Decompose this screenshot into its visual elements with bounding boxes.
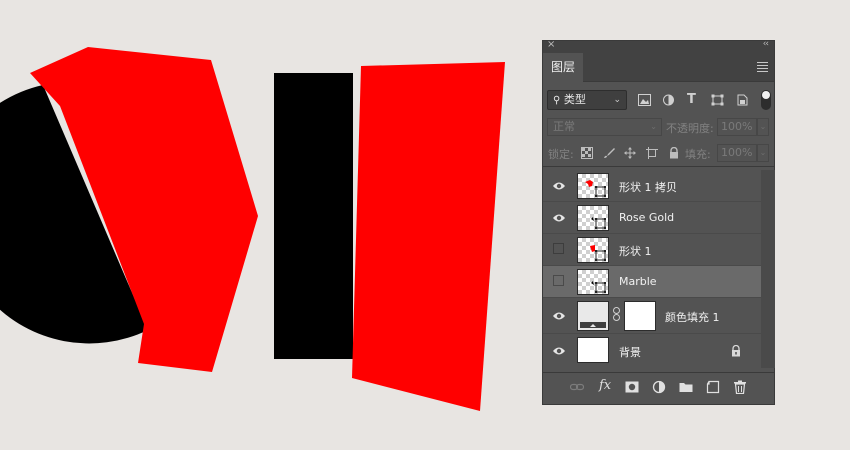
layer-row[interactable]: 形状 1 拷贝 xyxy=(543,170,761,202)
close-icon[interactable]: × xyxy=(547,39,555,50)
adjustment-filter-icon[interactable] xyxy=(662,94,675,106)
pixel-filter-icon[interactable] xyxy=(638,94,651,106)
blend-mode-select[interactable]: 正常 ⌄ xyxy=(547,118,662,136)
lock-icon xyxy=(732,345,740,357)
chevron-down-icon: ⌄ xyxy=(613,95,621,105)
layer-thumbnail xyxy=(577,237,609,263)
shape-filter-icon[interactable] xyxy=(711,94,724,106)
eye-icon[interactable] xyxy=(552,345,566,357)
shape-thumbnail-icon xyxy=(585,180,606,197)
eye-icon[interactable] xyxy=(552,310,566,322)
folder-icon[interactable] xyxy=(679,380,693,394)
shape-thumbnail-icon xyxy=(590,245,606,261)
layer-row[interactable]: Marble xyxy=(543,266,761,298)
panel-menu-icon[interactable] xyxy=(757,62,768,74)
layer-name: 形状 1 拷贝 xyxy=(619,181,677,194)
trash-icon[interactable] xyxy=(733,380,747,394)
link-icon[interactable] xyxy=(570,380,584,394)
layer-list: 形状 1 拷贝 Rose Gold 形状 1 Marble 颜色填充 1 背景 xyxy=(543,170,761,368)
lock-position-icon[interactable] xyxy=(624,147,636,159)
opacity-label: 不透明度: xyxy=(666,122,714,135)
eye-icon[interactable] xyxy=(552,212,566,224)
adjustment-thumbnail-icon xyxy=(580,322,606,328)
link-chain-icon[interactable] xyxy=(612,307,621,321)
tab-bar: 图层 xyxy=(543,53,774,82)
fill-layer-thumbnail xyxy=(577,301,609,331)
mask-icon[interactable] xyxy=(625,380,639,394)
opacity-dropdown-icon[interactable]: ⌄ xyxy=(757,118,769,136)
fill-dropdown-icon[interactable]: ⌄ xyxy=(757,144,769,162)
new-layer-icon[interactable] xyxy=(706,380,720,394)
background-thumbnail xyxy=(577,337,609,363)
layer-thumbnail xyxy=(577,205,609,231)
layer-row[interactable]: 颜色填充 1 xyxy=(543,298,761,334)
lock-artboard-icon[interactable] xyxy=(646,147,658,159)
fill-input[interactable]: 100% xyxy=(717,144,757,162)
fill-label: 填充: xyxy=(685,148,711,161)
eye-icon[interactable] xyxy=(552,180,566,192)
layer-name: 背景 xyxy=(619,346,641,359)
blend-mode-value: 正常 xyxy=(553,120,575,133)
fill-value: 100% xyxy=(721,146,753,159)
tab-layers[interactable]: 图层 xyxy=(543,53,583,82)
lock-row: 锁定: 填充: 100% ⌄ xyxy=(543,139,774,167)
fx-icon[interactable]: fx xyxy=(599,378,613,393)
lock-all-icon[interactable] xyxy=(668,147,680,159)
filter-toggle[interactable] xyxy=(761,90,771,110)
filter-kind-select[interactable]: ⚲ 类型 ⌄ xyxy=(547,90,627,110)
filter-kind-value: 类型 xyxy=(563,93,586,106)
smart-object-filter-icon[interactable] xyxy=(736,94,749,106)
layers-panel: × ‹‹ 图层 ⚲ 类型 ⌄ T 正常 ⌄ 不透明度: 100% ⌄ 锁定: 填… xyxy=(542,39,775,405)
shape-thumbnail-icon xyxy=(591,217,606,229)
collapse-icon[interactable]: ‹‹ xyxy=(763,39,769,49)
layer-row[interactable]: Rose Gold xyxy=(543,202,761,234)
opacity-input[interactable]: 100% xyxy=(717,118,757,136)
shape-thumbnail-icon xyxy=(591,281,606,293)
layer-mask-thumbnail[interactable] xyxy=(624,301,656,331)
layers-scrollbar[interactable] xyxy=(761,170,775,368)
layer-name: Marble xyxy=(619,275,657,288)
lock-label: 锁定: xyxy=(548,148,574,161)
chevron-down-icon: ⌄ xyxy=(650,122,657,131)
filter-row: ⚲ 类型 ⌄ T xyxy=(543,82,774,113)
adjustment-icon[interactable] xyxy=(652,380,666,394)
layers-bottom-toolbar: fx xyxy=(543,372,774,402)
black-rectangle-shape xyxy=(274,73,353,359)
lock-image-pixels-icon[interactable] xyxy=(603,147,615,159)
lock-transparent-pixels-icon[interactable] xyxy=(581,147,593,159)
search-icon: ⚲ xyxy=(553,95,561,106)
visibility-off-box[interactable] xyxy=(553,243,564,254)
layer-thumbnail xyxy=(577,269,609,295)
layer-name: Rose Gold xyxy=(619,211,675,224)
layer-name: 形状 1 xyxy=(619,245,652,258)
blend-row: 正常 ⌄ 不透明度: 100% ⌄ xyxy=(543,113,774,139)
panel-titlebar: × ‹‹ xyxy=(543,39,774,53)
visibility-off-box[interactable] xyxy=(553,275,564,286)
type-filter-icon[interactable]: T xyxy=(687,92,700,107)
layer-name: 颜色填充 1 xyxy=(665,311,720,324)
red-quad-shape xyxy=(352,62,505,411)
layer-thumbnail xyxy=(577,173,609,199)
layer-row[interactable]: 背景 xyxy=(543,334,761,368)
layer-row[interactable]: 形状 1 xyxy=(543,234,761,266)
opacity-value: 100% xyxy=(721,120,753,133)
